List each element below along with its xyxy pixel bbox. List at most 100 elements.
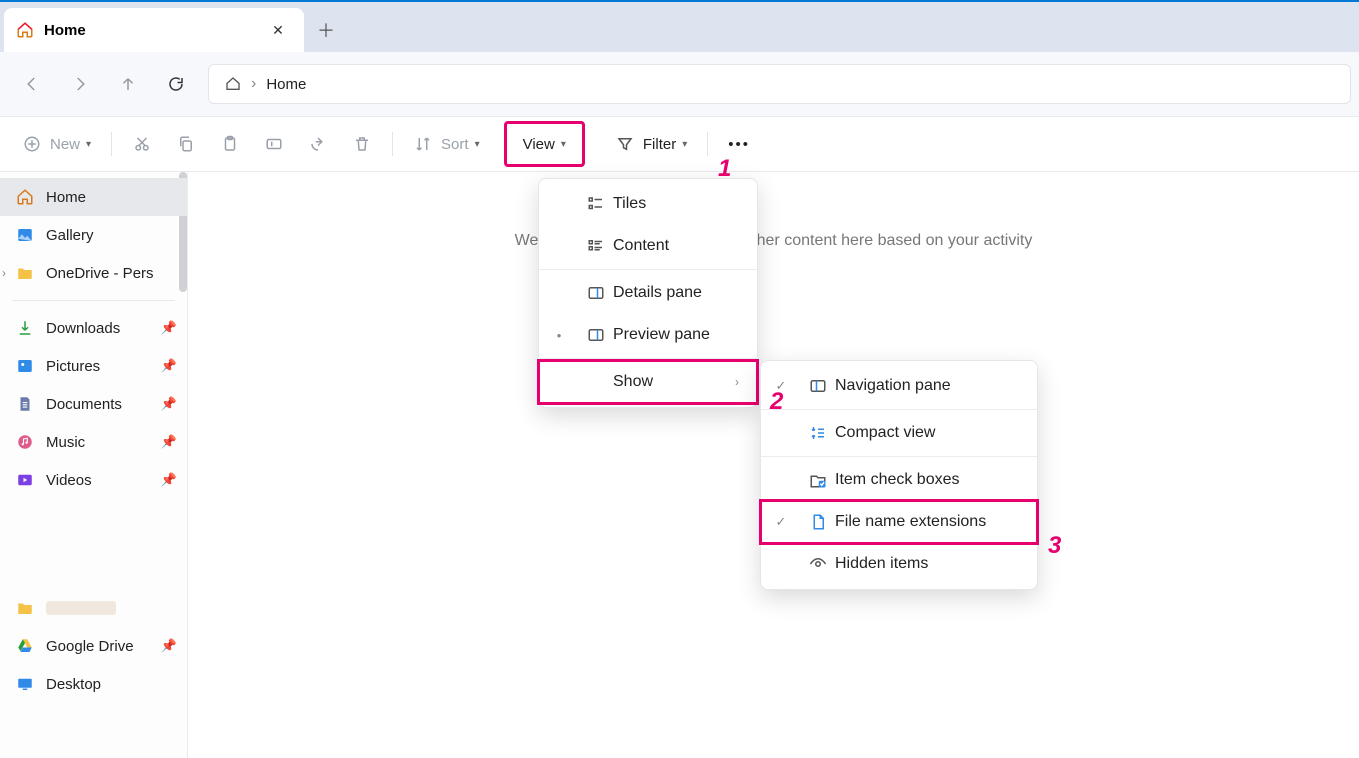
- annotation-3: 3: [1048, 532, 1061, 560]
- document-icon: [16, 395, 34, 413]
- view-menu-tiles[interactable]: Tiles: [539, 183, 757, 225]
- menu-item-label: Hidden items: [835, 555, 928, 573]
- filter-button-label: Filter: [643, 136, 676, 153]
- sidebar-item-documents[interactable]: Documents 📌: [0, 385, 187, 423]
- chevron-right-icon[interactable]: ›: [2, 266, 6, 280]
- gallery-icon: [16, 226, 34, 244]
- view-button-label: View: [523, 136, 555, 153]
- menu-item-label: Tiles: [613, 195, 646, 213]
- chevron-right-icon: ›: [735, 375, 739, 389]
- sidebar-item-pictures[interactable]: Pictures 📌: [0, 347, 187, 385]
- tab-home[interactable]: Home ✕: [4, 8, 304, 52]
- compact-icon: [801, 424, 835, 442]
- rename-button[interactable]: [252, 126, 296, 162]
- view-menu-show[interactable]: Show ›: [539, 361, 757, 403]
- content-icon: [579, 237, 613, 255]
- trash-icon: [352, 134, 372, 154]
- view-menu-content[interactable]: Content: [539, 225, 757, 267]
- sidebar-item-label: Google Drive: [46, 638, 134, 655]
- chevron-down-icon: ▾: [561, 139, 566, 150]
- breadcrumb-location[interactable]: Home: [256, 76, 316, 93]
- back-button[interactable]: [8, 64, 56, 104]
- separator: [539, 358, 757, 359]
- sidebar-item-home[interactable]: Home: [0, 178, 187, 216]
- annotation-2: 2: [770, 388, 783, 416]
- separator: [12, 300, 175, 301]
- sidebar-item-onedrive[interactable]: › OneDrive - Pers: [0, 254, 187, 292]
- paste-button[interactable]: [208, 126, 252, 162]
- copy-button[interactable]: [164, 126, 208, 162]
- pane-left-icon: [801, 377, 835, 395]
- filter-button[interactable]: Filter ▾: [603, 126, 699, 162]
- view-button[interactable]: View ▾: [511, 126, 578, 162]
- refresh-button[interactable]: [152, 64, 200, 104]
- menu-item-label: Navigation pane: [835, 377, 951, 395]
- sort-button-label: Sort: [441, 136, 469, 153]
- new-tab-button[interactable]: ＋: [304, 8, 348, 52]
- view-menu-details-pane[interactable]: Details pane: [539, 272, 757, 314]
- show-menu-item-check-boxes[interactable]: Item check boxes: [761, 459, 1037, 501]
- show-menu-compact-view[interactable]: Compact view: [761, 412, 1037, 454]
- show-menu-file-name-extensions[interactable]: ✓ File name extensions: [761, 501, 1037, 543]
- pin-icon: 📌: [161, 434, 177, 450]
- tab-title: Home: [44, 22, 264, 39]
- menu-item-label: Preview pane: [613, 326, 710, 344]
- sidebar-item-label: Gallery: [46, 227, 94, 244]
- address-bar[interactable]: › Home: [208, 64, 1351, 104]
- sidebar-item-music[interactable]: Music 📌: [0, 423, 187, 461]
- separator: [392, 132, 393, 156]
- sidebar-item-label: Music: [46, 434, 85, 451]
- share-icon: [308, 134, 328, 154]
- sidebar-item-label: Home: [46, 189, 86, 206]
- cut-button[interactable]: [120, 126, 164, 162]
- more-icon: •••: [728, 136, 750, 153]
- view-dropdown-menu: Tiles Content Details pane • Preview pan…: [538, 178, 758, 408]
- filter-icon: [615, 134, 635, 154]
- bullet-icon: •: [539, 328, 579, 343]
- pin-icon: 📌: [161, 638, 177, 654]
- forward-button[interactable]: [56, 64, 104, 104]
- sidebar-item-label: Downloads: [46, 320, 120, 337]
- sidebar-item-google-drive[interactable]: Google Drive 📌: [0, 627, 187, 665]
- eye-icon: [801, 555, 835, 573]
- sidebar-item-downloads[interactable]: Downloads 📌: [0, 309, 187, 347]
- sidebar-item-gallery[interactable]: Gallery: [0, 216, 187, 254]
- share-button[interactable]: [296, 126, 340, 162]
- menu-item-label: File name extensions: [835, 513, 986, 531]
- address-bar-row: › Home: [0, 52, 1359, 116]
- new-button[interactable]: New ▾: [10, 126, 103, 162]
- sidebar-item-videos[interactable]: Videos 📌: [0, 461, 187, 499]
- show-menu-hidden-items[interactable]: Hidden items: [761, 543, 1037, 585]
- sidebar-item-label: Videos: [46, 472, 92, 489]
- paste-icon: [220, 134, 240, 154]
- chevron-down-icon: ▾: [475, 139, 480, 150]
- menu-item-label: Item check boxes: [835, 471, 960, 489]
- view-menu-preview-pane[interactable]: • Preview pane: [539, 314, 757, 356]
- close-tab-button[interactable]: ✕: [264, 22, 292, 39]
- sort-button[interactable]: Sort ▾: [401, 126, 492, 162]
- separator: [111, 132, 112, 156]
- pin-icon: 📌: [161, 396, 177, 412]
- menu-item-label: Show: [613, 373, 653, 391]
- menu-item-label: Details pane: [613, 284, 702, 302]
- pane-right-icon: [579, 326, 613, 344]
- download-icon: [16, 319, 34, 337]
- music-icon: [16, 433, 34, 451]
- home-icon: [16, 188, 34, 206]
- delete-button[interactable]: [340, 126, 384, 162]
- video-icon: [16, 471, 34, 489]
- sidebar-item-label: Desktop: [46, 676, 101, 693]
- sidebar-item-placeholder[interactable]: [0, 589, 187, 627]
- sidebar-item-desktop[interactable]: Desktop: [0, 665, 187, 703]
- gallery-icon: [16, 357, 34, 375]
- sidebar: Home Gallery › OneDrive - Pers Downloads…: [0, 172, 188, 758]
- show-menu-navigation-pane[interactable]: ✓ Navigation pane: [761, 365, 1037, 407]
- home-icon: [215, 76, 251, 92]
- pin-icon: 📌: [161, 358, 177, 374]
- cut-icon: [132, 134, 152, 154]
- folder-icon: [16, 264, 34, 282]
- new-button-label: New: [50, 136, 80, 153]
- check-icon: ✓: [761, 514, 801, 530]
- file-icon: [801, 513, 835, 531]
- up-button[interactable]: [104, 64, 152, 104]
